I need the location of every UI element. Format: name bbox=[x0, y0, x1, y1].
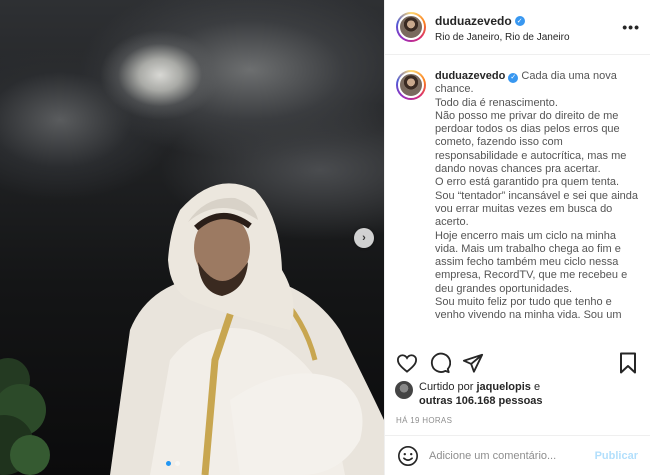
heart-icon[interactable] bbox=[395, 351, 419, 375]
caption-text: duduazevedo ✓ Cada dia uma nova chance. … bbox=[435, 70, 640, 342]
carousel-dot bbox=[175, 461, 180, 466]
sleeve bbox=[230, 373, 363, 475]
publish-button[interactable]: Publicar bbox=[595, 450, 638, 462]
post-location[interactable]: Rio de Janeiro, Rio de Janeiro bbox=[435, 32, 622, 43]
post-timestamp[interactable]: HÁ 19 HORAS bbox=[396, 416, 452, 425]
author-username[interactable]: duduazevedo bbox=[435, 14, 512, 28]
caption-line: Não posso me privar do direito de me per… bbox=[435, 109, 627, 176]
verified-badge-icon: ✓ bbox=[508, 72, 519, 83]
share-icon[interactable] bbox=[461, 351, 485, 375]
caption-area: duduazevedo ✓ Cada dia uma nova chance. … bbox=[396, 70, 640, 342]
caption-line: Todo dia é renascimento. bbox=[435, 96, 558, 109]
comment-icon[interactable] bbox=[428, 351, 452, 375]
post-header: duduazevedo ✓ Rio de Janeiro, Rio de Jan… bbox=[385, 0, 650, 55]
post-photo[interactable]: › bbox=[0, 0, 384, 475]
verified-badge-icon: ✓ bbox=[514, 15, 525, 26]
comment-bar: Publicar bbox=[385, 435, 650, 475]
caption-line: O erro está garantido pra quem tenta. bbox=[435, 176, 620, 189]
more-options-icon[interactable]: ••• bbox=[622, 19, 640, 35]
liker-avatar[interactable] bbox=[395, 381, 413, 399]
tree-silhouette bbox=[0, 358, 50, 475]
caption-line: Hoje encerro mais um ciclo na minha vida… bbox=[435, 229, 628, 295]
liked-by-middle: e bbox=[533, 381, 541, 393]
caption-author-avatar[interactable] bbox=[396, 70, 426, 100]
liked-by-prefix: Curtido por bbox=[419, 381, 474, 393]
caption-line: Sou muito feliz por tudo que tenho e ven… bbox=[435, 296, 622, 322]
action-bar bbox=[395, 350, 640, 376]
post-side-panel: duduazevedo ✓ Rio de Janeiro, Rio de Jan… bbox=[384, 0, 650, 475]
bookmark-icon[interactable] bbox=[616, 351, 640, 375]
carousel-next-button[interactable]: › bbox=[354, 228, 374, 248]
comment-input[interactable] bbox=[429, 449, 595, 462]
liked-by-user[interactable]: jaquelopis bbox=[476, 381, 530, 393]
carousel-dots bbox=[166, 461, 180, 466]
liked-by-others[interactable]: outras 106.168 pessoas bbox=[419, 395, 543, 407]
likes-summary: Curtido por jaquelopis e outras 106.168 … bbox=[395, 380, 640, 408]
caption-username[interactable]: duduazevedo bbox=[435, 70, 505, 82]
caption-line: Sou “tentador” incansável e sei que aind… bbox=[435, 189, 639, 229]
author-avatar[interactable] bbox=[396, 12, 426, 42]
carousel-dot-active bbox=[166, 461, 171, 466]
photo-illustration bbox=[0, 183, 384, 475]
emoji-icon[interactable] bbox=[397, 445, 419, 467]
